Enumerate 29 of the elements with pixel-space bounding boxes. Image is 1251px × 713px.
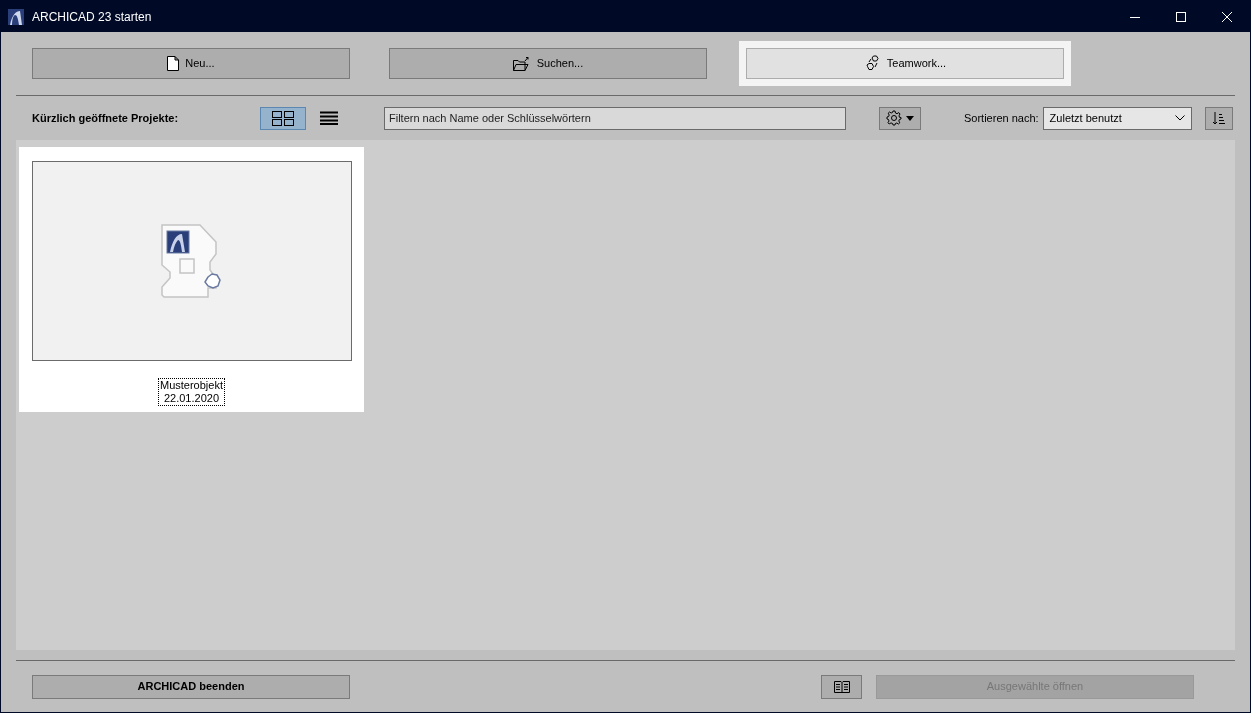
quit-button[interactable]: ARCHICAD beenden: [32, 674, 350, 699]
sort-order-button[interactable]: [1204, 106, 1233, 130]
folder-icon: [512, 56, 531, 71]
settings-icon: [886, 110, 902, 126]
recent-projects-label: Kürzlich geöffnete Projekte:: [32, 110, 180, 126]
window-title: ARCHICAD 23 starten: [32, 8, 152, 26]
list-view-icon: [320, 111, 338, 125]
document-icon: [167, 56, 180, 71]
hexagons-icon: [863, 55, 881, 72]
close-icon: [1222, 11, 1232, 22]
sort-order-icon: [1212, 111, 1225, 125]
sort-dropdown[interactable]: Zuletzt benutzt: [1042, 106, 1192, 130]
grid-view-icon: [272, 110, 294, 126]
maximize-icon: [1176, 11, 1186, 22]
sort-label: Sortieren nach:: [964, 110, 1039, 126]
grid-view-button[interactable]: [260, 106, 306, 130]
book-button[interactable]: [821, 674, 862, 699]
chevron-down-icon: [1174, 115, 1185, 121]
app-logo-icon: [8, 8, 24, 25]
dropdown-caret-icon: [906, 115, 914, 121]
project-label: Musterobjekt 22.01.2020: [158, 378, 225, 406]
top-button[interactable]: Suchen...: [389, 48, 707, 79]
top-button[interactable]: Neu...: [32, 48, 350, 79]
filter-field[interactable]: Filtern nach Name oder Schlüsselwörtern: [384, 106, 846, 130]
top-button[interactable]: Teamwork...: [746, 48, 1064, 79]
project-file-icon: [159, 224, 224, 298]
book-icon: [833, 680, 850, 693]
settings-button[interactable]: [879, 106, 921, 130]
project-card[interactable]: Musterobjekt 22.01.2020: [19, 147, 364, 412]
